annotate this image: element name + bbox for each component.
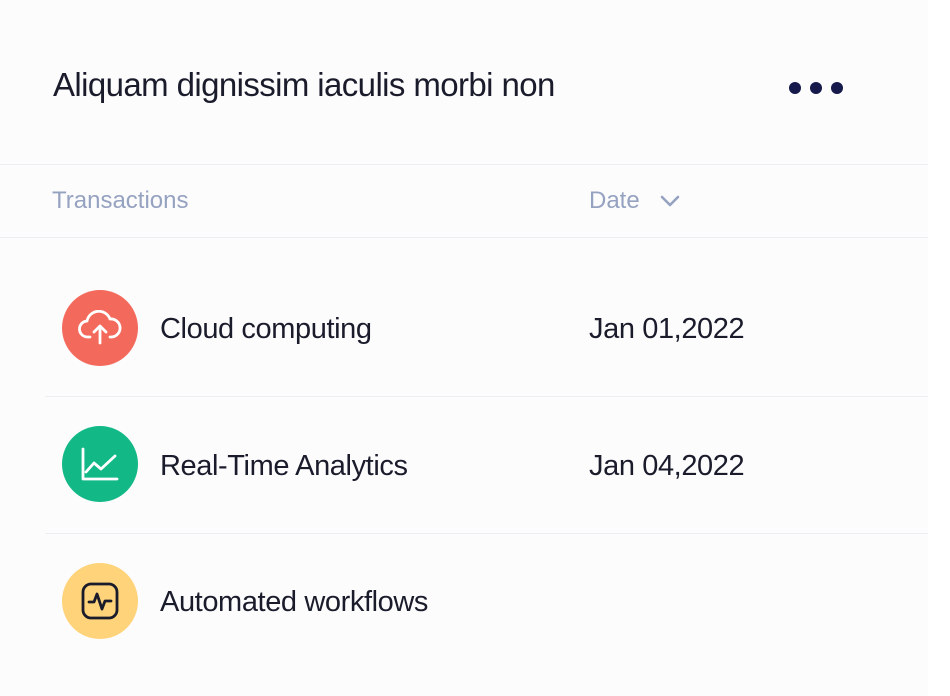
- row-name: Automated workflows: [160, 586, 429, 618]
- transactions-card: Aliquam dignissim iaculis morbi non Tran…: [0, 0, 928, 696]
- more-dot: [789, 82, 801, 94]
- column-header-date-sort[interactable]: Date: [589, 187, 680, 215]
- row-date: Jan 01,2022: [589, 313, 745, 345]
- cloud-upload-icon: [78, 310, 122, 345]
- line-chart-icon-badge: [62, 426, 138, 502]
- row-date: Jan 04,2022: [589, 450, 745, 482]
- activity-square-icon: [81, 582, 119, 620]
- line-chart-icon: [81, 447, 119, 481]
- row-name: Cloud computing: [160, 313, 372, 345]
- card-header: Aliquam dignissim iaculis morbi non: [0, 0, 928, 165]
- more-options-button[interactable]: [784, 74, 848, 102]
- column-header-date-label: Date: [589, 187, 640, 214]
- activity-square-icon-badge: [62, 563, 138, 639]
- row-name: Real-Time Analytics: [160, 450, 408, 482]
- table-header: Transactions Date: [0, 165, 928, 238]
- table-row[interactable]: Real-Time Analytics Jan 04,2022: [45, 397, 928, 534]
- cloud-upload-icon-badge: [62, 290, 138, 366]
- table-row[interactable]: Automated workflows: [45, 534, 928, 670]
- card-title: Aliquam dignissim iaculis morbi non: [53, 66, 555, 103]
- chevron-down-icon: [660, 195, 680, 207]
- column-header-transactions: Transactions: [52, 187, 189, 214]
- more-dot: [831, 82, 843, 94]
- more-dot: [810, 82, 822, 94]
- table-row[interactable]: Cloud computing Jan 01,2022: [45, 260, 928, 397]
